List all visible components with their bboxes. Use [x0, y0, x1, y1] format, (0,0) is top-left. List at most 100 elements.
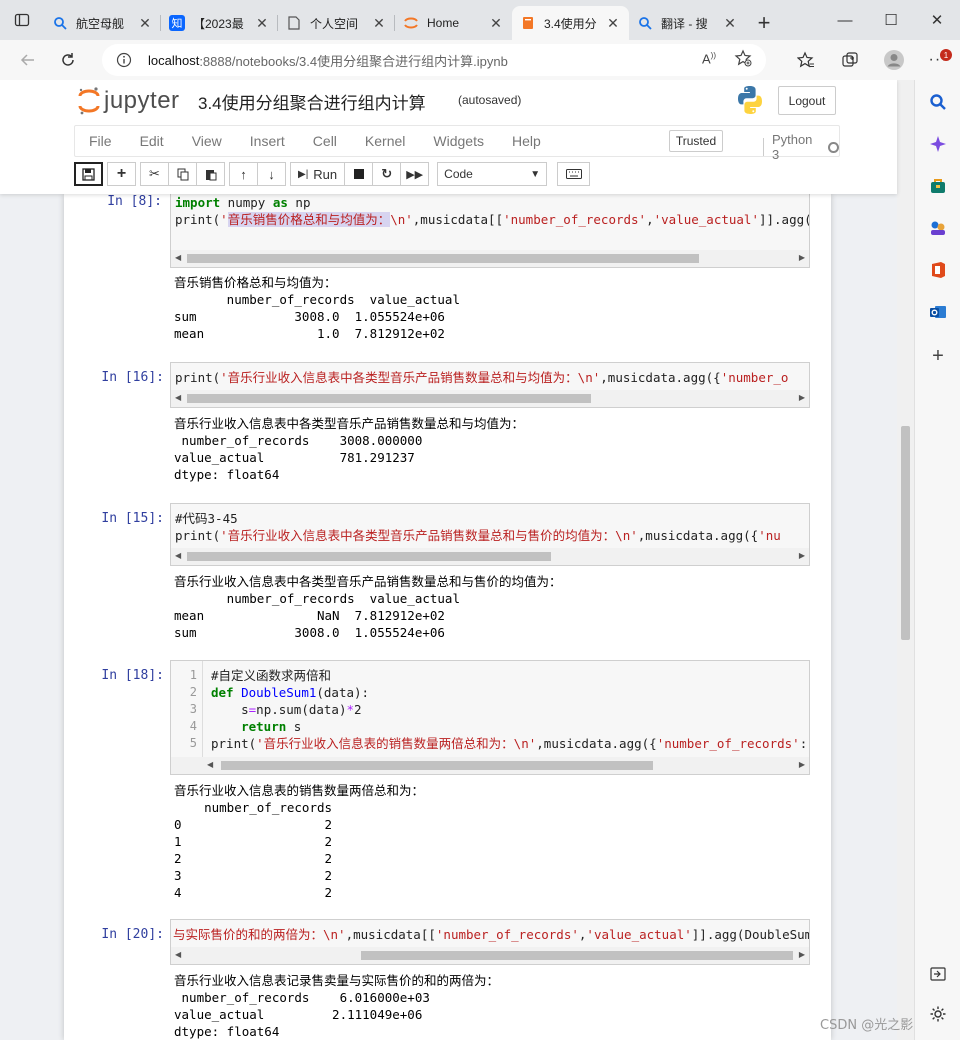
- back-arrow-icon: [20, 54, 34, 66]
- copy-button[interactable]: [168, 162, 197, 186]
- menu-edit[interactable]: Edit: [126, 133, 178, 149]
- tab-actions-button[interactable]: [0, 0, 44, 40]
- scroll-right-icon[interactable]: ▶: [799, 760, 805, 769]
- read-aloud-icon[interactable]: A)): [702, 51, 716, 66]
- cell-input[interactable]: 与实际售价的和的两倍为：\n',musicdata[['number_of_re…: [170, 919, 810, 965]
- close-icon[interactable]: ✕: [722, 15, 738, 32]
- maximize-icon[interactable]: ☐: [868, 11, 914, 29]
- scroll-right-icon[interactable]: ▶: [799, 551, 805, 560]
- plus-icon: +: [116, 165, 127, 182]
- scroll-thumb[interactable]: [187, 394, 591, 403]
- collections-button[interactable]: [828, 40, 872, 80]
- office-icon[interactable]: [924, 256, 952, 284]
- gear-icon[interactable]: [924, 1000, 952, 1028]
- cell-input[interactable]: #代码3-45 print('音乐行业收入信息表中各类型音乐产品销售数量总和与售…: [170, 503, 810, 566]
- close-icon[interactable]: ✕: [605, 15, 621, 32]
- horizontal-scrollbar[interactable]: ◀ ▶: [171, 548, 809, 565]
- scroll-right-icon[interactable]: ▶: [799, 950, 805, 959]
- move-down-button[interactable]: ↓: [257, 162, 286, 186]
- horizontal-scrollbar[interactable]: ◀ ▶: [171, 947, 809, 964]
- code-cell[interactable]: In [20]: 与实际售价的和的两倍为：\n',musicdata[['num…: [64, 919, 831, 1040]
- scroll-thumb[interactable]: [361, 951, 793, 960]
- games-people-icon[interactable]: [924, 214, 952, 242]
- cut-button[interactable]: ✂: [140, 162, 169, 186]
- shopping-bag-icon[interactable]: [924, 172, 952, 200]
- cell-input[interactable]: print('音乐行业收入信息表中各类型音乐产品销售数量总和与均值为：\n',m…: [170, 362, 810, 408]
- code-line: #代码3-45: [175, 511, 238, 526]
- add-favorite-icon[interactable]: [734, 49, 752, 70]
- favorites-button[interactable]: [784, 40, 828, 80]
- close-icon[interactable]: ✕: [488, 15, 504, 32]
- address-bar-row: localhost:8888/notebooks/3.4使用分组聚合进行组内计算…: [0, 40, 960, 80]
- code-cell[interactable]: In [15]: #代码3-45 print('音乐行业收入信息表中各类型音乐产…: [64, 503, 831, 653]
- info-icon[interactable]: [116, 52, 132, 68]
- move-up-button[interactable]: ↑: [229, 162, 258, 186]
- save-button[interactable]: [74, 162, 103, 186]
- browser-tab[interactable]: 知 【2023最 ✕: [161, 6, 278, 40]
- scroll-thumb[interactable]: [221, 761, 653, 770]
- scroll-left-icon[interactable]: ◀: [175, 950, 181, 959]
- code-cell[interactable]: In [18]: 1 2 3 4 5 #自定义函数求两倍和 def Double…: [64, 660, 831, 910]
- trusted-badge[interactable]: Trusted: [669, 130, 723, 152]
- code-cell[interactable]: In [8]: import numpy as np print('音乐销售价格…: [64, 184, 831, 354]
- scroll-right-icon[interactable]: ▶: [799, 393, 805, 402]
- horizontal-scrollbar[interactable]: ◀ ▶: [171, 250, 809, 267]
- keyboard-icon: [565, 169, 582, 179]
- cell-input[interactable]: 1 2 3 4 5 #自定义函数求两倍和 def DoubleSum1(data…: [170, 660, 810, 775]
- browser-tab[interactable]: Home ✕: [395, 6, 512, 40]
- url-field[interactable]: localhost:8888/notebooks/3.4使用分组聚合进行组内计算…: [102, 44, 766, 76]
- close-icon[interactable]: ✕: [254, 15, 270, 32]
- paste-button[interactable]: [196, 162, 225, 186]
- code-cell[interactable]: In [16]: print('音乐行业收入信息表中各类型音乐产品销售数量总和与…: [64, 362, 831, 492]
- scroll-left-icon[interactable]: ◀: [207, 760, 213, 769]
- close-icon[interactable]: ✕: [137, 15, 153, 32]
- scroll-thumb[interactable]: [187, 254, 699, 263]
- browser-tab[interactable]: 翻译 - 搜 ✕: [629, 6, 746, 40]
- refresh-button[interactable]: [48, 40, 88, 80]
- browser-tab[interactable]: 个人空间 ✕: [278, 6, 395, 40]
- interrupt-button[interactable]: [344, 162, 374, 186]
- copilot-sparkle-icon[interactable]: [924, 130, 952, 158]
- cell-type-select[interactable]: Code ▼: [437, 162, 548, 186]
- scroll-right-icon[interactable]: ▶: [799, 253, 805, 262]
- scroll-left-icon[interactable]: ◀: [175, 551, 181, 560]
- back-button[interactable]: [8, 40, 48, 80]
- restart-run-all-button[interactable]: ▶▶: [400, 162, 430, 186]
- menu-file[interactable]: File: [75, 133, 126, 149]
- menu-help[interactable]: Help: [498, 133, 555, 149]
- cell-input[interactable]: import numpy as np print('音乐销售价格总和与均值为：\…: [170, 184, 810, 268]
- jupyter-logo[interactable]: jupyter: [78, 86, 180, 116]
- menu-widgets[interactable]: Widgets: [419, 133, 498, 149]
- search-icon[interactable]: [924, 88, 952, 116]
- logout-button[interactable]: Logout: [778, 86, 836, 115]
- menu-cell[interactable]: Cell: [299, 133, 351, 149]
- close-window-icon[interactable]: ✕: [914, 11, 960, 29]
- add-sidebar-app-icon[interactable]: +: [924, 342, 952, 370]
- scroll-thumb[interactable]: [901, 426, 910, 640]
- hide-sidebar-icon[interactable]: [924, 960, 952, 988]
- new-tab-button[interactable]: +: [746, 6, 782, 40]
- menu-kernel[interactable]: Kernel: [351, 133, 419, 149]
- browser-tab[interactable]: 航空母舰 ✕: [44, 6, 161, 40]
- scroll-left-icon[interactable]: ◀: [175, 253, 181, 262]
- scroll-thumb[interactable]: [187, 552, 551, 561]
- restart-button[interactable]: ↻: [372, 162, 402, 186]
- cell-output: 音乐销售价格总和与均值为： number_of_records value_ac…: [174, 275, 460, 341]
- insert-cell-button[interactable]: +: [107, 162, 136, 186]
- command-palette-button[interactable]: [557, 162, 591, 186]
- scroll-left-icon[interactable]: ◀: [175, 393, 181, 402]
- notebook-title[interactable]: 3.4使用分组聚合进行组内计算: [198, 89, 426, 114]
- settings-more-button[interactable]: ··· 1: [916, 40, 960, 80]
- minimize-icon[interactable]: —: [822, 12, 868, 29]
- profile-button[interactable]: [872, 40, 916, 80]
- horizontal-scrollbar[interactable]: ◀ ▶: [171, 390, 809, 407]
- menu-view[interactable]: View: [178, 133, 236, 149]
- zhihu-icon: 知: [169, 15, 185, 31]
- horizontal-scrollbar[interactable]: ◀ ▶: [171, 757, 809, 774]
- run-button[interactable]: ▶| Run: [290, 162, 346, 186]
- outlook-icon[interactable]: [924, 298, 952, 326]
- browser-tab-active[interactable]: 3.4使用分 ✕: [512, 6, 629, 40]
- menu-insert[interactable]: Insert: [236, 133, 299, 149]
- page-vertical-scrollbar[interactable]: [897, 80, 914, 1040]
- close-icon[interactable]: ✕: [371, 15, 387, 32]
